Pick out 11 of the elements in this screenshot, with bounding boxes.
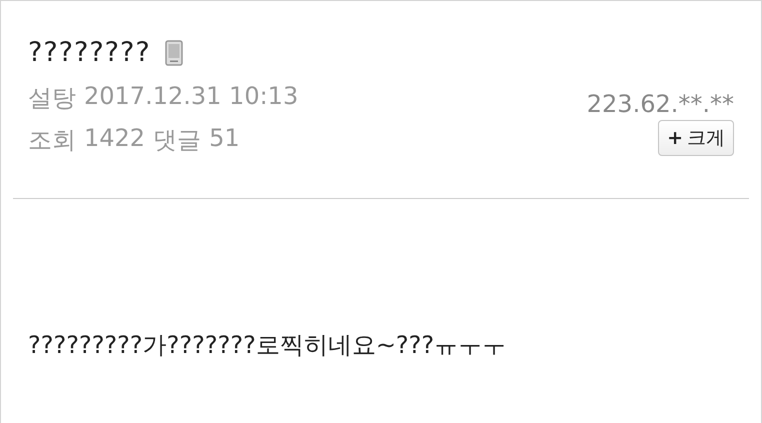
views-count: 1422 — [84, 124, 146, 154]
author-name: 설탕 — [28, 83, 76, 114]
comments-label: 댓글 — [153, 125, 202, 156]
post-body: ?????????가???????로찍히네요~???ㅠㅜㅜ — [27, 330, 508, 361]
comments-count: 51 — [209, 124, 240, 154]
enlarge-button[interactable]: + 크게 — [658, 120, 734, 156]
views-label: 조회 — [28, 125, 76, 156]
ip-address: 223.62.**.** — [586, 90, 734, 118]
post-title: ???????? — [28, 37, 151, 68]
post-date: 2017.12.31 10:13 — [84, 82, 298, 112]
mobile-phone-icon — [164, 40, 183, 66]
